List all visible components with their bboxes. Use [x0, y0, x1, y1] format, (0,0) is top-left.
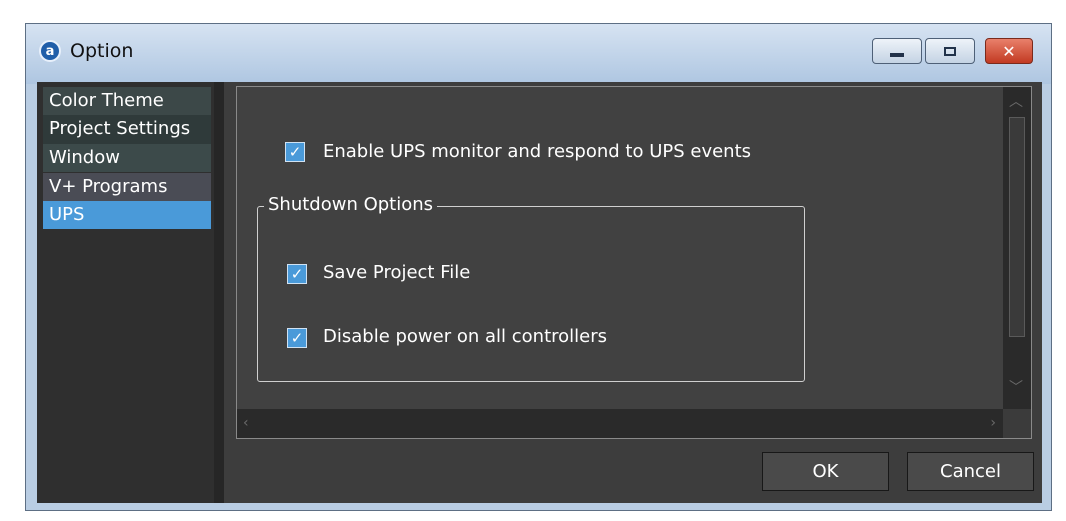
- ups-settings-panel: ✓ Enable UPS monitor and respond to UPS …: [236, 86, 1032, 439]
- option-dialog: a Option ✕ Color Theme Project Settings …: [25, 23, 1052, 511]
- sidebar-splitter[interactable]: [214, 82, 224, 503]
- scroll-down-icon[interactable]: ﹀: [1009, 377, 1023, 397]
- checkmark-icon: ✓: [288, 143, 302, 161]
- scrollbar-corner: [1003, 409, 1031, 438]
- ok-button[interactable]: OK: [762, 452, 889, 491]
- disable-power-checkbox[interactable]: ✓: [287, 328, 307, 348]
- scroll-up-icon[interactable]: ︿: [1009, 91, 1023, 111]
- horizontal-scrollbar[interactable]: ‹ ›: [237, 409, 1004, 438]
- disable-power-label: Disable power on all controllers: [323, 326, 607, 347]
- sidebar-item-window[interactable]: Window: [43, 144, 211, 172]
- dialog-content: Color Theme Project Settings Window V+ P…: [37, 82, 1042, 503]
- shutdown-options-title: Shutdown Options: [264, 194, 438, 215]
- scroll-right-icon[interactable]: ›: [990, 415, 996, 431]
- checkmark-icon: ✓: [290, 329, 304, 347]
- enable-ups-checkbox[interactable]: ✓: [285, 142, 305, 162]
- minimize-button[interactable]: [872, 38, 922, 64]
- maximize-button[interactable]: [925, 38, 975, 64]
- minimize-icon: [890, 53, 904, 57]
- sidebar-item-color-theme[interactable]: Color Theme: [43, 87, 211, 115]
- shutdown-options-group: Shutdown Options ✓ Save Project File ✓ D…: [257, 194, 805, 382]
- scroll-left-icon[interactable]: ‹: [243, 415, 249, 431]
- vertical-scroll-thumb[interactable]: [1009, 117, 1025, 337]
- sidebar-item-v-programs[interactable]: V+ Programs: [43, 173, 211, 201]
- save-project-label: Save Project File: [323, 262, 471, 283]
- vertical-scrollbar[interactable]: ︿ ﹀: [1003, 87, 1031, 410]
- close-button[interactable]: ✕: [985, 38, 1033, 64]
- sidebar-item-ups[interactable]: UPS: [43, 201, 211, 229]
- options-sidebar: Color Theme Project Settings Window V+ P…: [37, 82, 214, 503]
- app-logo-icon: a: [39, 40, 61, 62]
- checkmark-icon: ✓: [290, 265, 304, 283]
- cancel-button[interactable]: Cancel: [907, 452, 1034, 491]
- maximize-icon: [944, 46, 956, 56]
- enable-ups-label: Enable UPS monitor and respond to UPS ev…: [323, 141, 752, 162]
- sidebar-item-project-settings[interactable]: Project Settings: [43, 115, 211, 145]
- window-title: Option: [70, 40, 134, 62]
- title-bar[interactable]: a Option ✕: [26, 24, 1051, 84]
- save-project-checkbox[interactable]: ✓: [287, 264, 307, 284]
- close-icon: ✕: [1002, 41, 1016, 61]
